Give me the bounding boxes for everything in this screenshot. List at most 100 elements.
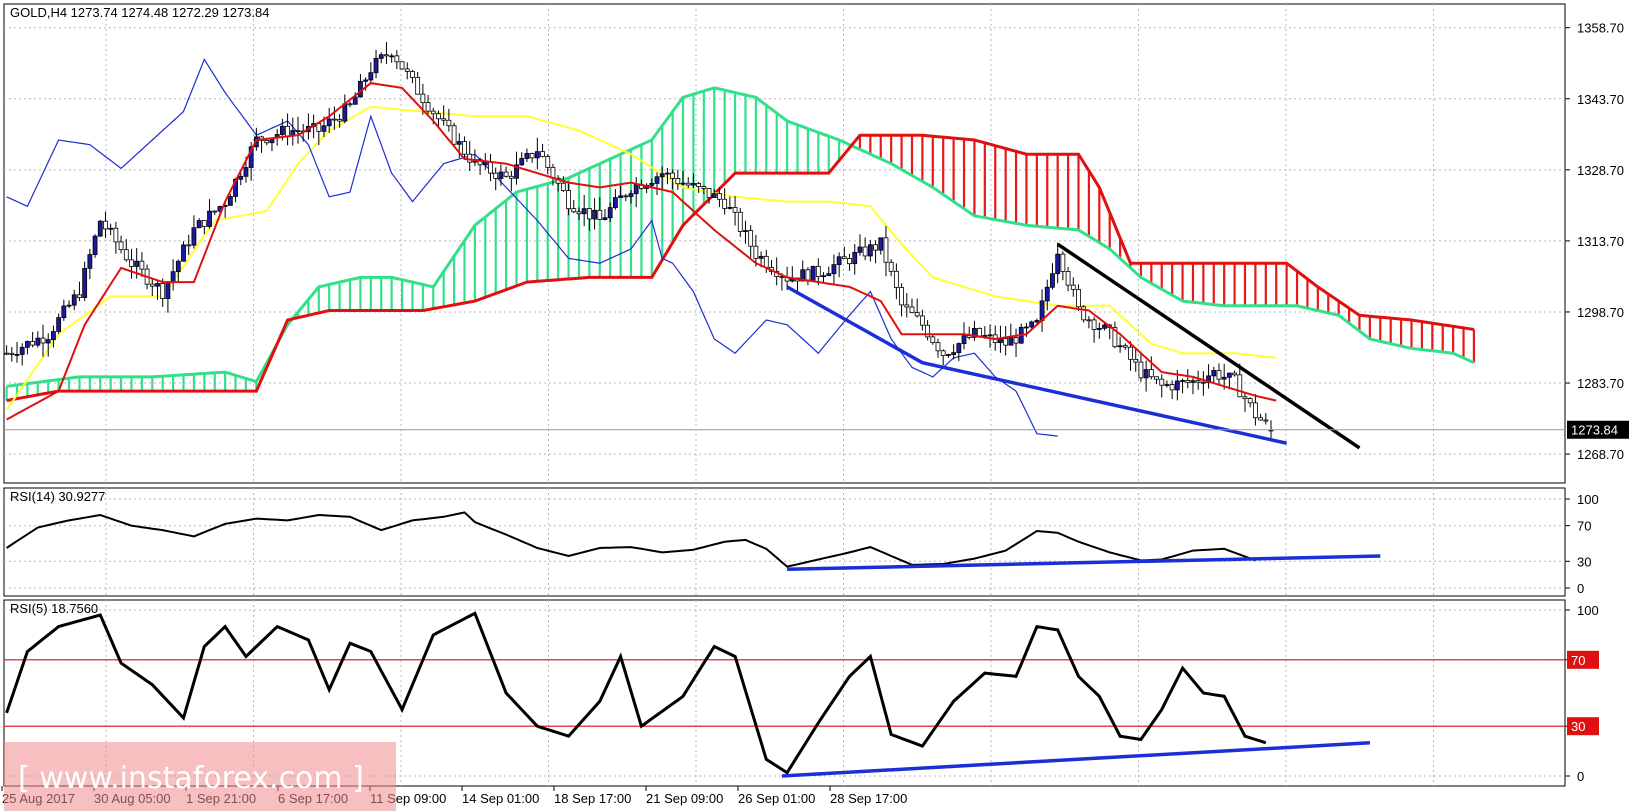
candle-body: [1232, 372, 1237, 376]
candle-body: [264, 139, 270, 144]
y-tick-label: 1298.70: [1577, 305, 1624, 320]
candle-body: [987, 334, 993, 337]
candle-body: [743, 230, 748, 232]
candle-body: [701, 186, 707, 189]
candle-body: [659, 173, 665, 178]
candle-body: [581, 208, 587, 215]
candle-body: [1237, 374, 1243, 398]
candle-body: [9, 352, 15, 355]
candle-body: [930, 336, 936, 344]
candle-body: [592, 209, 597, 220]
candle-body: [1143, 369, 1149, 379]
candle-body: [519, 158, 525, 166]
candle-body: [1185, 380, 1191, 383]
candle-body: [347, 103, 353, 106]
candle-body: [61, 305, 67, 318]
candle-body: [841, 256, 847, 259]
candle-body: [243, 167, 249, 177]
candle-body: [576, 211, 582, 215]
candle-body: [717, 193, 722, 200]
candle-body: [1122, 345, 1128, 348]
candle-body: [540, 151, 545, 157]
candle-body: [30, 341, 36, 346]
candle-body: [40, 337, 46, 344]
candle-body: [1154, 376, 1159, 380]
candle-body: [425, 102, 431, 112]
candle-body: [883, 237, 889, 263]
candle-body: [113, 227, 119, 243]
candle-body: [571, 208, 577, 213]
candle-body: [899, 287, 904, 306]
candle-body: [524, 153, 530, 159]
candle-body: [415, 77, 421, 95]
candle-body: [441, 118, 447, 121]
candle-body: [1164, 384, 1170, 386]
candle-body: [170, 271, 176, 283]
panel-title: RSI(5) 18.7560: [10, 601, 98, 616]
candle-body: [1102, 324, 1107, 329]
candle-body: [1050, 273, 1055, 288]
y-tick-label: 1313.70: [1577, 234, 1624, 249]
x-tick-label: 14 Sep 01:00: [462, 791, 539, 806]
candle-body: [909, 306, 915, 314]
x-tick-label: 21 Sep 09:00: [646, 791, 723, 806]
candle-body: [227, 196, 233, 206]
candle-body: [732, 207, 738, 213]
candle-body: [467, 153, 473, 163]
candle-body: [618, 195, 623, 198]
candle-body: [129, 259, 134, 267]
candle-body: [82, 267, 88, 298]
watermark: [ www.instaforex.com ]: [4, 742, 396, 811]
candle-body: [77, 294, 82, 298]
candle-body: [612, 197, 618, 209]
y-tick-label: 70: [1577, 519, 1591, 534]
candle-body: [4, 352, 10, 355]
candle-body: [534, 151, 540, 159]
candle-body: [389, 55, 395, 58]
candle-body: [410, 70, 415, 78]
candle-body: [940, 350, 946, 356]
panel-title: GOLD,H4 1273.74 1274.48 1272.29 1273.84: [10, 5, 270, 20]
y-tick-label: 0: [1577, 769, 1584, 784]
candle-body: [1013, 337, 1019, 344]
current-price-label: 1273.84: [1571, 423, 1618, 438]
candle-body: [862, 246, 868, 257]
candle-body: [691, 182, 696, 186]
candle-body: [35, 337, 41, 346]
rsi14-panel: 100 70 30 0 RSI(14) 30.9277: [3, 487, 1599, 597]
candle-body: [97, 220, 103, 237]
candle-body: [316, 123, 322, 132]
candle-body: [337, 119, 343, 122]
candle-body: [763, 255, 769, 268]
candle-body: [665, 172, 670, 175]
candle-body: [1221, 376, 1227, 380]
candle-body: [935, 342, 941, 352]
candle-body: [696, 182, 702, 187]
candle-body: [867, 244, 873, 257]
candle-body: [404, 68, 410, 72]
candle-body: [139, 260, 145, 270]
candle-body: [399, 61, 405, 70]
y-tick-label: 1343.70: [1577, 92, 1624, 107]
candle-body: [279, 125, 285, 135]
candle-body: [342, 103, 348, 122]
panel-title: RSI(14) 30.9277: [10, 489, 105, 504]
candle-body: [633, 184, 639, 195]
candle-body: [420, 93, 426, 104]
candle-body: [597, 209, 603, 220]
candle-body: [1190, 380, 1196, 383]
candle-body: [175, 260, 181, 273]
x-tick-label: 26 Sep 01:00: [738, 791, 815, 806]
candle-body: [1065, 271, 1071, 286]
candle-body: [430, 110, 436, 115]
candle-body: [680, 182, 686, 185]
candle-body: [1211, 369, 1217, 377]
candle-body: [45, 339, 51, 344]
candle-body: [560, 182, 566, 191]
candle-body: [1060, 253, 1066, 272]
candle-body: [815, 265, 821, 277]
rsi-level-label: 70: [1571, 653, 1585, 668]
y-tick-label: 1268.70: [1577, 447, 1624, 462]
candle-body: [758, 255, 764, 259]
candle-body: [1258, 417, 1264, 421]
